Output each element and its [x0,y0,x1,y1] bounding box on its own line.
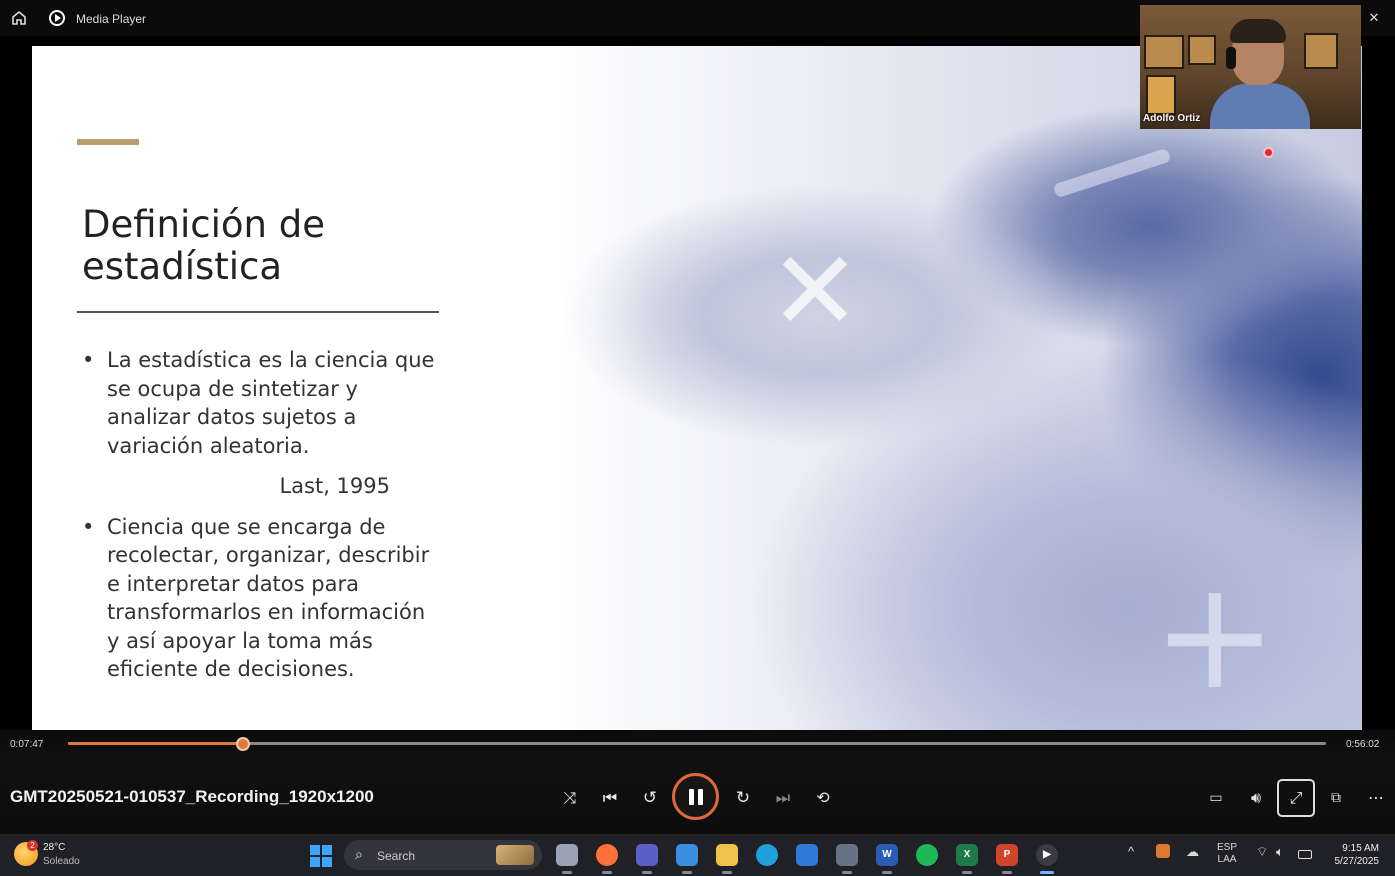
shuffle-icon[interactable]: ⤨ [556,784,584,812]
player-controls: 0:07:47 0:56:02 GMT20250521-010537_Recor… [0,730,1395,834]
task-view-icon[interactable] [556,844,578,866]
seek-bar-thumb[interactable] [235,737,250,751]
next-icon[interactable]: ⏭ [769,784,797,812]
slide-title: Definición de estadística [82,203,326,288]
repeat-off-icon[interactable]: ⟲ [809,784,837,812]
seek-bar-progress [68,742,243,745]
running-indicator [842,871,852,874]
language-code: ESP [1217,842,1238,853]
participant-video [1210,17,1310,129]
subtitles-icon[interactable]: ▭ [1202,784,1230,812]
citation: Last, 1995 [279,474,390,498]
search-icon: ⌕ [355,846,363,862]
wifi-icon[interactable]: ⌔ [1256,844,1268,860]
rewind-10-icon[interactable]: ↺ [636,784,664,812]
taskbar: 2 28°C Soleado ⌕ Search W X P ▶ ^ ☁ ESP LAA… [0,834,1395,876]
running-indicator [642,871,652,874]
accent-bar [77,139,139,145]
spotify-icon[interactable] [916,844,938,866]
copilot-icon[interactable] [676,844,698,866]
more-icon[interactable]: ⋯ [1362,784,1390,812]
clock-date: 5/27/2025 [1334,856,1380,867]
recording-indicator-icon [1263,147,1274,158]
edge-icon[interactable] [756,844,778,866]
running-indicator [962,871,972,874]
windows-start-icon[interactable] [310,845,332,867]
search-label: Search [377,849,416,863]
running-indicator [682,871,692,874]
tray-app-icon[interactable] [1156,844,1170,858]
seek-bar[interactable] [68,737,1326,751]
keyboard-layout: LAA [1217,854,1237,865]
forward-30-icon[interactable]: ↻ [729,784,757,812]
excel-icon[interactable]: X [956,844,978,866]
bullet-item: La estadística es la ciencia que se ocup… [82,346,442,460]
plus-key-glyph: + [1152,549,1278,723]
running-indicator [602,871,612,874]
video-frame[interactable]: ✕ + Definición de estadística La estadís… [32,46,1362,730]
weather-badge: 2 [27,840,38,851]
bullet-item: Ciencia que se encarga de recolectar, or… [82,513,442,684]
current-time: 0:07:47 [10,739,44,750]
chevron-up-icon[interactable]: ^ [1128,844,1134,859]
fullscreen-icon[interactable]: ⤢ [1277,779,1315,817]
slide-bullets: La estadística es la ciencia que se ocup… [82,346,442,684]
clock-time: 9:15 AM [1342,843,1379,854]
home-icon[interactable] [10,9,28,27]
store-icon[interactable] [796,844,818,866]
media-player-icon[interactable]: ▶ [1036,844,1058,866]
headset-icon [1226,47,1236,69]
word-icon[interactable]: W [876,844,898,866]
title-divider [77,311,439,313]
multiply-key-glyph: ✕ [768,227,862,355]
volume-icon[interactable]: 🔊︎ [1242,784,1270,812]
participant-body [1210,83,1310,129]
powerpoint-icon[interactable]: P [996,844,1018,866]
weather-temperature[interactable]: 28°C [43,842,65,853]
close-button[interactable]: ✕ [1364,8,1384,28]
pause-icon[interactable] [672,773,719,820]
weather-description[interactable]: Soleado [43,856,80,867]
wall-picture [1144,35,1184,69]
previous-icon[interactable]: ⏮ [596,784,624,812]
taskbar-search[interactable]: ⌕ Search [344,840,542,870]
participant-name: Adolfo Ortiz [1143,113,1201,124]
total-time: 0:56:02 [1346,739,1380,750]
media-player-app-icon [49,10,65,26]
onedrive-icon[interactable]: ☁ [1186,844,1199,860]
search-highlight-image [496,845,534,865]
wall-picture [1146,75,1176,115]
file-explorer-icon[interactable] [716,844,738,866]
running-indicator [882,871,892,874]
language-indicator[interactable]: ESP LAA [1217,842,1237,866]
system-clock[interactable]: 9:15 AM 5/27/2025 [1325,842,1380,868]
running-indicator [1040,871,1054,874]
speaker-icon[interactable]: 🔈︎ [1276,844,1284,860]
miniplayer-icon[interactable]: ⧉ [1322,784,1350,812]
battery-icon[interactable] [1298,850,1312,859]
window-title: Media Player [76,12,147,26]
teams-icon[interactable] [636,844,658,866]
firefox-icon[interactable] [596,844,618,866]
running-indicator [1002,871,1012,874]
running-indicator [722,871,732,874]
file-name: GMT20250521-010537_Recording_1920x1200 [10,787,374,806]
running-indicator [562,871,572,874]
webcam-thumbnail: Adolfo Ortiz [1140,5,1361,129]
participant-hair [1230,19,1286,43]
calculator-icon[interactable] [836,844,858,866]
